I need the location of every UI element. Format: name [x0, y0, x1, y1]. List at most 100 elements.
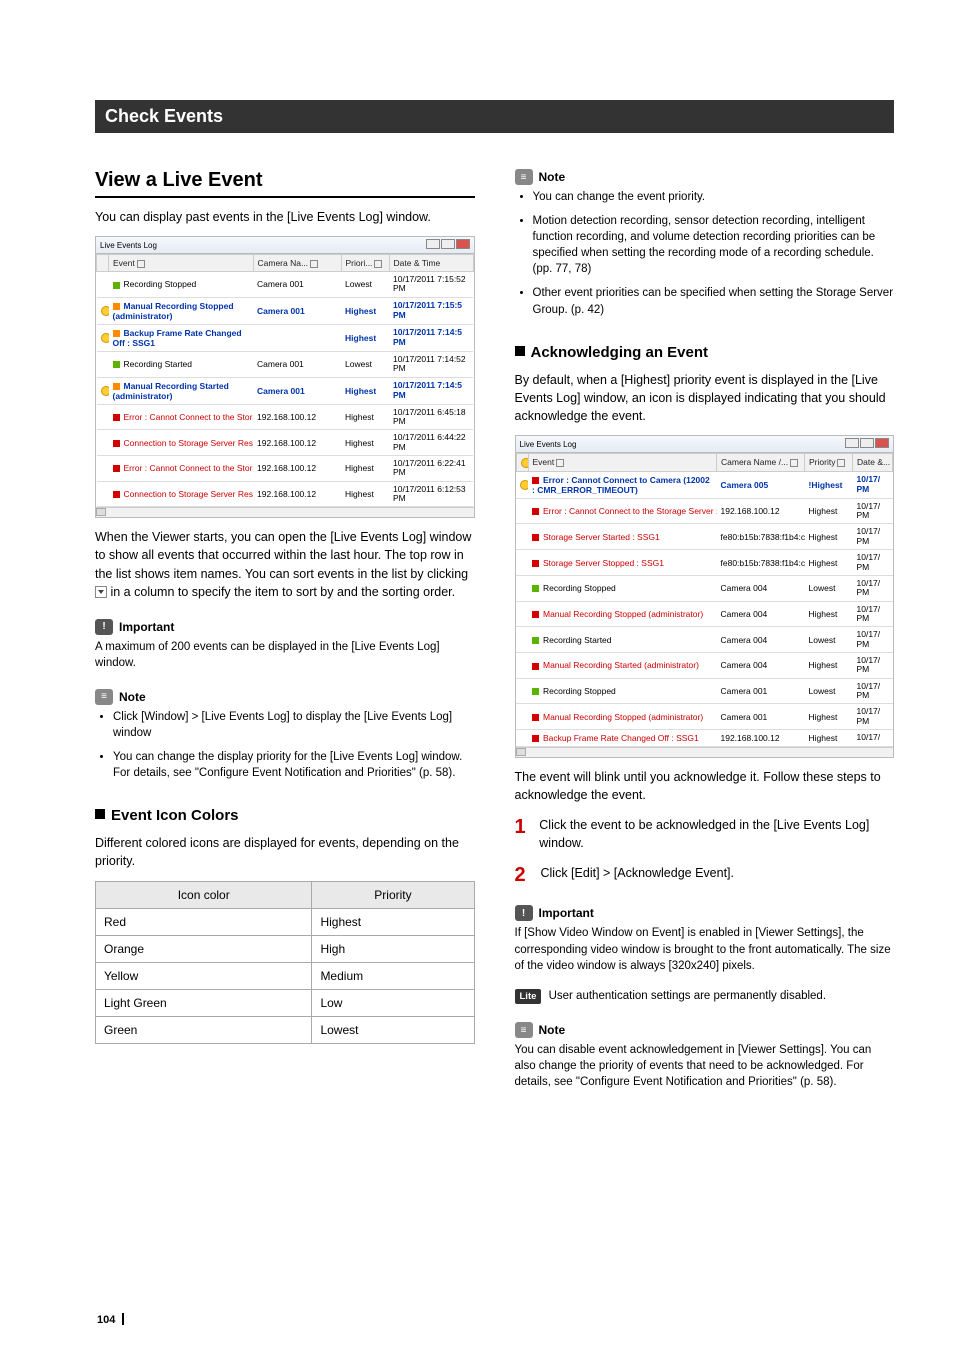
- table-row[interactable]: Error : Cannot Connect to the Storage Se…: [516, 498, 893, 524]
- table-row[interactable]: Manual Recording Started (administrator)…: [97, 377, 474, 404]
- horizontal-scrollbar[interactable]: [96, 507, 474, 517]
- cell-priority: Highest: [341, 297, 389, 324]
- cell-date: 10/17/2011 7:15:52 PM: [389, 272, 473, 298]
- table-row[interactable]: Error : Cannot Connect to the Storage Se…: [97, 455, 474, 481]
- table-row[interactable]: Recording StoppedCamera 001Lowest10/17/ …: [516, 678, 893, 704]
- important-text: A maximum of 200 events can be displayed…: [95, 639, 475, 671]
- col-event[interactable]: Event: [533, 457, 555, 467]
- col-camera[interactable]: Camera Name /...: [721, 457, 788, 467]
- table-row[interactable]: Error : Cannot Connect to Camera (12002 …: [516, 471, 893, 498]
- cell-camera: Camera 004: [717, 627, 805, 653]
- event-text: Error : Cannot Connect to the Storage Se…: [543, 506, 717, 516]
- list-item: You can change the event priority.: [533, 189, 895, 205]
- list-item: Other event priorities can be specified …: [533, 285, 895, 317]
- event-text: Recording Stopped: [543, 686, 616, 696]
- col-priority[interactable]: Priority: [809, 457, 835, 467]
- cell-date: 10/17/ PM: [853, 575, 893, 601]
- table-row[interactable]: Manual Recording Stopped (administrator)…: [97, 297, 474, 324]
- dropdown-icon[interactable]: [137, 260, 145, 268]
- table-row[interactable]: Manual Recording Started (administrator)…: [516, 652, 893, 678]
- step-text: Click the event to be acknowledged in th…: [539, 816, 894, 852]
- table-row[interactable]: Storage Server Stopped : SSG1fe80:b15b:7…: [516, 550, 893, 576]
- window-control-buttons[interactable]: [425, 239, 470, 251]
- table-header-row[interactable]: Event Camera Na... Priori... Date & Time: [97, 255, 474, 272]
- col-date[interactable]: Date & Time: [394, 258, 441, 268]
- table-row[interactable]: Backup Frame Rate Changed Off : SSG1192.…: [516, 729, 893, 746]
- cell-camera: Camera 001: [253, 272, 341, 298]
- col-event[interactable]: Event: [113, 258, 135, 268]
- window-control-buttons[interactable]: [844, 438, 889, 450]
- cell-priority: High: [312, 935, 474, 962]
- table-row[interactable]: Connection to Storage Server Restored : …: [97, 481, 474, 507]
- dropdown-icon[interactable]: [790, 459, 798, 467]
- event-color-icon: [113, 303, 120, 310]
- table-row[interactable]: Error : Cannot Connect to the Storage Se…: [97, 404, 474, 430]
- cell-priority: Highest: [805, 704, 853, 730]
- minimize-icon[interactable]: [845, 438, 859, 448]
- lite-note: Lite User authentication settings are pe…: [515, 988, 895, 1004]
- ack-icon: [101, 386, 109, 396]
- step: 2Click [Edit] > [Acknowledge Event].: [515, 864, 895, 887]
- table-row[interactable]: Storage Server Started : SSG1fe80:b15b:7…: [516, 524, 893, 550]
- window-title: Live Events Log: [100, 241, 157, 250]
- table-row[interactable]: Recording StoppedCamera 004Lowest10/17/ …: [516, 575, 893, 601]
- table-row[interactable]: Backup Frame Rate Changed Off : SSG1High…: [97, 324, 474, 351]
- col-date[interactable]: Date &...: [857, 457, 890, 467]
- event-text: Error : Cannot Connect to the Storage Se…: [124, 463, 254, 473]
- col-camera[interactable]: Camera Na...: [258, 258, 309, 268]
- cell-date: 10/17/ PM: [853, 550, 893, 576]
- table-row[interactable]: Connection to Storage Server Restored : …: [97, 430, 474, 456]
- col-priority[interactable]: Priori...: [346, 258, 373, 268]
- dropdown-icon[interactable]: [556, 459, 564, 467]
- maximize-icon[interactable]: [860, 438, 874, 448]
- subsection-acknowledging-event: Acknowledging an Event: [515, 344, 895, 361]
- event-color-icon: [532, 611, 539, 618]
- table-row[interactable]: Manual Recording Stopped (administrator)…: [516, 704, 893, 730]
- cell-color: Green: [96, 1016, 312, 1043]
- list-item: You can change the display priority for …: [113, 749, 475, 781]
- event-color-icon: [532, 735, 539, 742]
- dropdown-icon[interactable]: [837, 459, 845, 467]
- cell-camera: Camera 001: [253, 297, 341, 324]
- event-color-icon: [532, 508, 539, 515]
- cell-priority: Highest: [341, 430, 389, 456]
- footer-bar-icon: [122, 1313, 124, 1325]
- note-label: Note: [539, 1023, 566, 1037]
- event-color-icon: [113, 465, 120, 472]
- cell-date: 10/17/2011 7:14:5 PM: [389, 377, 473, 404]
- cell-camera: fe80:b15b:7838:f1b4:c...: [717, 524, 805, 550]
- table-row: YellowMedium: [96, 962, 475, 989]
- event-text: Connection to Storage Server Restored : …: [124, 438, 254, 448]
- cell-priority: Highest: [341, 377, 389, 404]
- note2-text: You can disable event acknowledgement in…: [515, 1042, 895, 1090]
- table-row[interactable]: Recording StoppedCamera 001Lowest10/17/2…: [97, 272, 474, 298]
- table-row[interactable]: Recording StartedCamera 001Lowest10/17/2…: [97, 351, 474, 377]
- cell-camera: [253, 324, 341, 351]
- cell-date: 10/17/ PM: [853, 498, 893, 524]
- minimize-icon[interactable]: [426, 239, 440, 249]
- event-text: Error : Cannot Connect to Camera (12002 …: [532, 475, 710, 495]
- table-row[interactable]: Manual Recording Stopped (administrator)…: [516, 601, 893, 627]
- dropdown-icon[interactable]: [374, 260, 382, 268]
- cell-date: 10/17/ PM: [853, 704, 893, 730]
- event-color-icon: [532, 477, 539, 484]
- cell-priority: Lowest: [805, 627, 853, 653]
- important-icon: !: [95, 619, 113, 635]
- maximize-icon[interactable]: [441, 239, 455, 249]
- cell-camera: 192.168.100.12: [717, 729, 805, 746]
- cell-color: Red: [96, 908, 312, 935]
- event-color-icon: [532, 714, 539, 721]
- sub-intro: Different colored icons are displayed fo…: [95, 834, 475, 870]
- horizontal-scrollbar[interactable]: [516, 747, 894, 757]
- table-row: GreenLowest: [96, 1016, 475, 1043]
- col-priority: Priority: [312, 881, 474, 908]
- close-icon[interactable]: [456, 239, 470, 249]
- table-header-row[interactable]: Event Camera Name /... Priority Date &..…: [516, 454, 893, 472]
- dropdown-icon[interactable]: [310, 260, 318, 268]
- left-column: View a Live Event You can display past e…: [95, 169, 475, 1090]
- table-row[interactable]: Recording StartedCamera 004Lowest10/17/ …: [516, 627, 893, 653]
- cell-priority: Lowest: [312, 1016, 474, 1043]
- section-title-view-live-event: View a Live Event: [95, 169, 475, 198]
- intro-paragraph: You can display past events in the [Live…: [95, 208, 475, 226]
- close-icon[interactable]: [875, 438, 889, 448]
